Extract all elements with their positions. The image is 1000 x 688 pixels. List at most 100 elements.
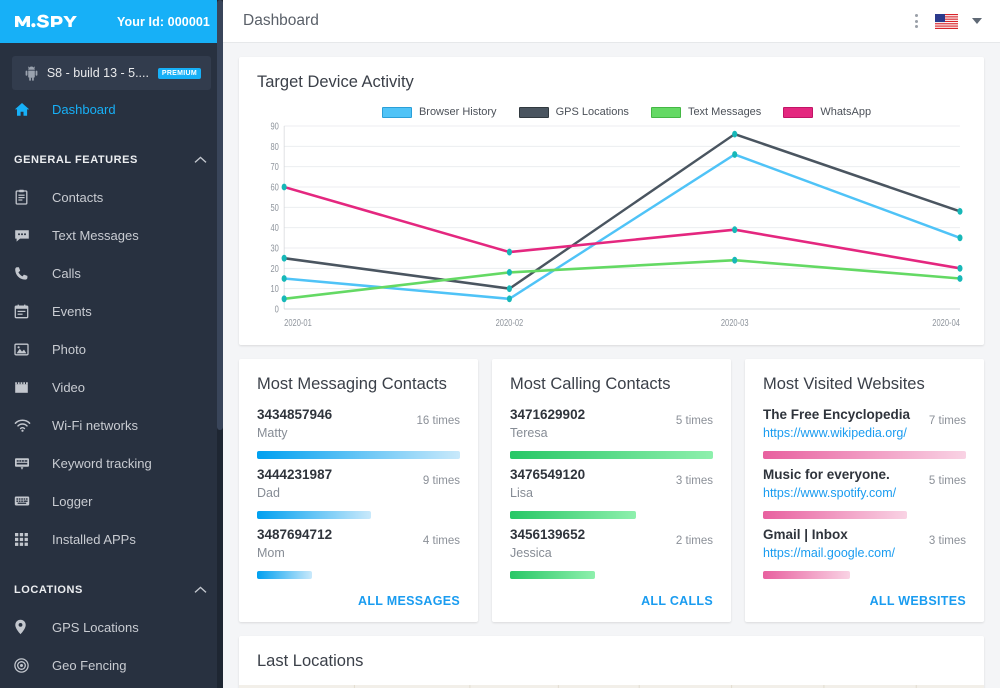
legend-item[interactable]: WhatsApp: [783, 106, 871, 118]
android-icon: [22, 66, 40, 81]
sidebar-item-installed-apps[interactable]: Installed APPs: [0, 520, 223, 558]
premium-badge: PREMIUM: [157, 67, 201, 79]
keyboard-icon: [14, 495, 40, 507]
mspy-logo[interactable]: [14, 12, 88, 31]
list-item-count: 3 times: [675, 475, 713, 487]
chevron-up-icon: [194, 581, 207, 599]
your-id-label: Your Id: 000001: [117, 14, 210, 29]
apps-grid-icon: [14, 532, 40, 547]
sidebar-item-text-messages[interactable]: Text Messages: [0, 216, 223, 254]
progress-track: [510, 511, 713, 519]
list-item: The Free Encyclopedia https://www.wikiped…: [763, 406, 966, 459]
list-item-url[interactable]: https://www.spotify.com/: [763, 486, 896, 500]
list-item-text: 3434857946 Matty: [257, 406, 409, 443]
list-item-header: Music for everyone. https://www.spotify.c…: [763, 466, 966, 503]
page-content: Target Device Activity Browser History G…: [223, 43, 1000, 688]
list-item-primary: 3434857946: [257, 407, 333, 422]
progress-fill: [763, 511, 908, 519]
list-item-text: 3444231987 Dad: [257, 466, 415, 503]
chevron-up-icon: [194, 151, 207, 169]
list-item-secondary: Teresa: [510, 426, 548, 440]
legend-label: GPS Locations: [555, 106, 629, 118]
sidebar-item-calls[interactable]: Calls: [0, 254, 223, 292]
most-calling-contacts-card: Most Calling Contacts 3471629902 Teresa 5 …: [492, 359, 731, 622]
card-action: ALL CALLS: [510, 586, 713, 610]
sidebar-scrollbar[interactable]: [217, 0, 223, 688]
list-item-primary: 3444231987: [257, 467, 333, 482]
sidebar-item-photo[interactable]: Photo: [0, 330, 223, 368]
svg-text:90: 90: [270, 120, 278, 131]
card-title: Most Messaging Contacts: [257, 375, 447, 393]
video-icon: [14, 380, 40, 395]
most-messaging-contacts-card: Most Messaging Contacts 3434857946 Matty 1…: [239, 359, 478, 622]
sidebar-item-label: Photo: [52, 341, 86, 357]
activity-line-chart: 0 10 20 30 40 50 60 70 80 90 2020-01 2020-02 2020-03…: [270, 120, 963, 328]
all-calls-link[interactable]: ALL CALLS: [641, 594, 713, 608]
legend-item[interactable]: Text Messages: [650, 106, 762, 118]
device-selector[interactable]: S8 - build 13 - 5.... PREMIUM: [12, 56, 211, 90]
sidebar-item-keyword-tracking[interactable]: Keyword tracking: [0, 444, 223, 482]
all-messages-link[interactable]: ALL MESSAGES: [358, 594, 460, 608]
list-item-count: 7 times: [928, 415, 966, 427]
legend-item[interactable]: Browser History: [381, 106, 497, 118]
sidebar-item-dashboard[interactable]: Dashboard: [0, 90, 223, 128]
list-item-secondary: Lisa: [510, 486, 533, 500]
svg-text:2020-01: 2020-01: [284, 317, 312, 328]
list-item-text: Gmail | Inbox https://mail.google.com/: [763, 526, 921, 563]
list-item-header: The Free Encyclopedia https://www.wikiped…: [763, 406, 966, 443]
progress-track: [763, 511, 966, 519]
sidebar-section-locations[interactable]: LOCATIONS: [0, 572, 223, 608]
sidebar-item-geo-fencing[interactable]: Geo Fencing: [0, 646, 223, 684]
visited-websites-list: The Free Encyclopedia https://www.wikiped…: [763, 406, 966, 586]
list-item-text: Music for everyone. https://www.spotify.c…: [763, 466, 921, 503]
sidebar-scroll-area: S8 - build 13 - 5.... PREMIUM Dashboard …: [0, 43, 223, 688]
sidebar-item-label: Logger: [52, 493, 93, 509]
device-name-label: S8 - build 13 - 5....: [46, 66, 149, 80]
progress-track: [510, 571, 713, 579]
us-flag-icon[interactable]: [935, 13, 958, 29]
list-item-secondary: Mom: [257, 546, 285, 560]
progress-fill: [763, 571, 851, 579]
more-vertical-icon[interactable]: [912, 10, 921, 32]
sidebar-item-label: Video: [52, 379, 86, 395]
sidebar-item-video[interactable]: Video: [0, 368, 223, 406]
sidebar-section-general-features[interactable]: GENERAL FEATURES: [0, 142, 223, 178]
progress-fill: [763, 451, 966, 459]
sidebar-scrollbar-thumb[interactable]: [217, 0, 223, 430]
keyword-icon: [14, 456, 40, 471]
list-item: 3471629902 Teresa 5 times: [510, 406, 713, 459]
svg-text:60: 60: [270, 181, 278, 192]
sidebar-item-label: GPS Locations: [52, 619, 139, 635]
sidebar-item-wifi-networks[interactable]: Wi-Fi networks: [0, 406, 223, 444]
list-item-primary: 3456139652: [510, 527, 586, 542]
all-websites-link[interactable]: ALL WEBSITES: [870, 594, 966, 608]
sidebar-item-label: Text Messages: [52, 227, 139, 243]
sidebar-item-events[interactable]: Events: [0, 292, 223, 330]
list-item-url[interactable]: https://mail.google.com/: [763, 546, 895, 560]
list-item-text: 3456139652 Jessica: [510, 526, 668, 563]
svg-text:2020-02: 2020-02: [496, 317, 524, 328]
list-item-count: 5 times: [675, 415, 713, 427]
list-item: 3456139652 Jessica 2 times: [510, 526, 713, 579]
svg-text:80: 80: [270, 141, 278, 152]
top-bar-actions: [912, 10, 982, 32]
brand-bar: Your Id: 000001: [0, 0, 223, 43]
sidebar-item-label: Events: [52, 303, 92, 319]
sidebar-item-label: Installed APPs: [52, 531, 136, 547]
legend-swatch-browser-history: [381, 106, 412, 118]
sidebar-item-contacts[interactable]: Contacts: [0, 178, 223, 216]
chart-legend: Browser History GPS Locations Text Messa…: [287, 106, 966, 118]
sidebar-item-gps-locations[interactable]: GPS Locations: [0, 608, 223, 646]
main-area: Dashboard Target Device Activity Browser…: [223, 0, 1000, 688]
list-item-secondary: Jessica: [510, 546, 552, 560]
chevron-down-icon[interactable]: [972, 18, 982, 24]
progress-fill: [257, 571, 312, 579]
sidebar-item-logger[interactable]: Logger: [0, 482, 223, 520]
svg-text:40: 40: [270, 222, 278, 233]
list-item-count: 4 times: [422, 535, 460, 547]
list-item-header: Gmail | Inbox https://mail.google.com/3 t…: [763, 526, 966, 563]
list-item-url[interactable]: https://www.wikipedia.org/: [763, 426, 907, 440]
legend-item[interactable]: GPS Locations: [518, 106, 629, 118]
list-item: 3434857946 Matty 16 times: [257, 406, 460, 459]
legend-label: Text Messages: [687, 106, 762, 118]
